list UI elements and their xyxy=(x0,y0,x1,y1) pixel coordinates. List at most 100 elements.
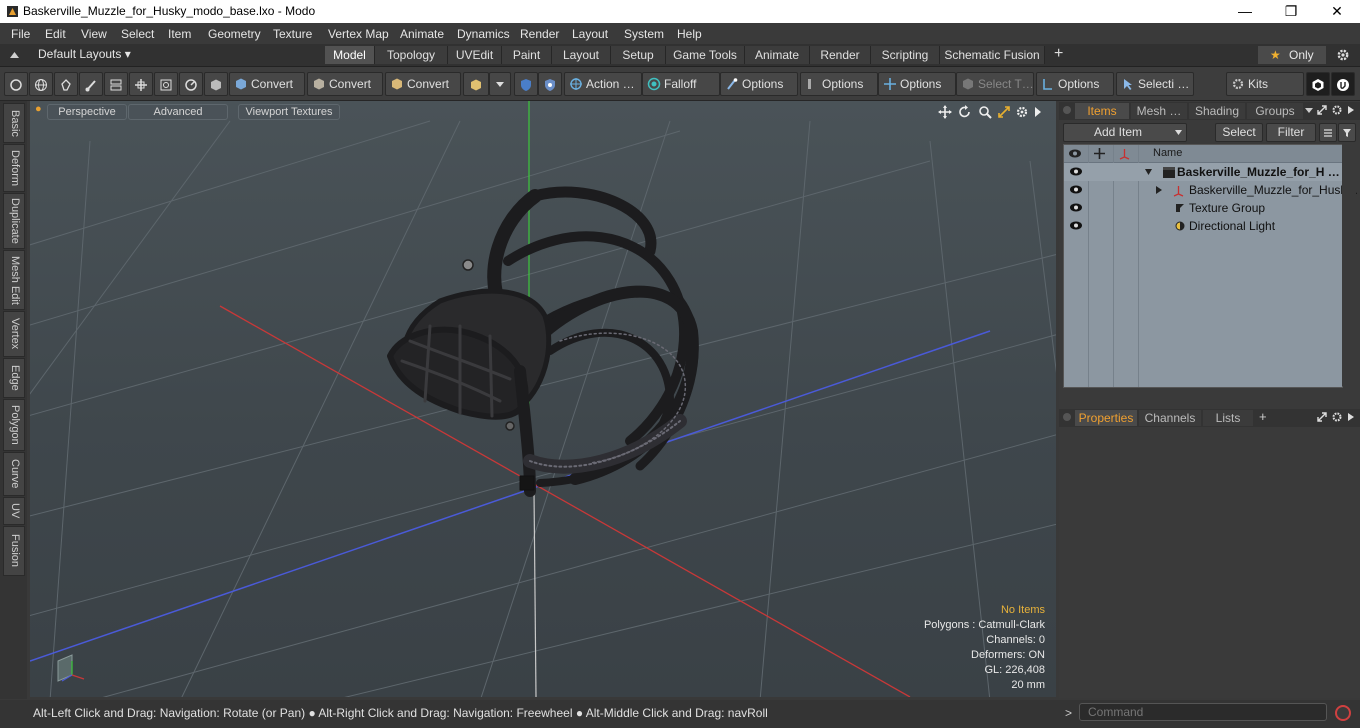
advanced-dropdown[interactable]: Advanced xyxy=(128,104,228,120)
maximize-viewport-icon[interactable] xyxy=(997,105,1011,119)
tab-setup[interactable]: Setup xyxy=(611,46,666,64)
tab-items[interactable]: Items xyxy=(1075,103,1129,119)
shield-blue-icon[interactable] xyxy=(514,72,538,96)
convert-button-1[interactable]: Convert xyxy=(229,72,305,96)
tab-scripting[interactable]: Scripting xyxy=(871,46,940,64)
panel-expand-icon[interactable] xyxy=(1347,412,1355,422)
brush-select-icon[interactable] xyxy=(79,72,103,96)
menu-render[interactable]: Render xyxy=(520,27,559,41)
muzzle-model[interactable] xyxy=(387,186,699,497)
item-row-directional-light[interactable]: Directional Light xyxy=(1064,217,1342,235)
vertex-select-icon[interactable] xyxy=(4,72,28,96)
menu-vertex-map[interactable]: Vertex Map xyxy=(328,27,389,41)
menu-select[interactable]: Select xyxy=(121,27,154,41)
tab-layout[interactable]: Layout xyxy=(552,46,611,64)
tab-mesh[interactable]: Mesh … xyxy=(1131,103,1187,119)
shield-white-icon[interactable] xyxy=(538,72,562,96)
menu-help[interactable]: Help xyxy=(677,27,702,41)
perspective-dropdown[interactable]: Perspective xyxy=(47,104,127,120)
panel-maximize-icon[interactable] xyxy=(1316,104,1328,116)
collapse-triangle-icon[interactable] xyxy=(1155,185,1163,195)
menu-geometry[interactable]: Geometry xyxy=(208,27,261,41)
options-button-3[interactable]: Options xyxy=(878,72,956,96)
vtab-curve[interactable]: Curve xyxy=(3,452,25,496)
visibility-eye-icon[interactable] xyxy=(1069,202,1083,213)
workplane-icon[interactable] xyxy=(129,72,153,96)
tab-game-tools[interactable]: Game Tools xyxy=(666,46,745,64)
panel-maximize-icon[interactable] xyxy=(1316,411,1328,423)
selection-sets-button[interactable]: Selecti … xyxy=(1116,72,1194,96)
kits-button[interactable]: Kits xyxy=(1226,72,1304,96)
tab-render[interactable]: Render xyxy=(810,46,871,64)
menu-edit[interactable]: Edit xyxy=(45,27,66,41)
vtab-mesh-edit[interactable]: Mesh Edit xyxy=(3,250,25,310)
viewport-settings-icon[interactable] xyxy=(1015,105,1029,119)
vtab-deform[interactable]: Deform xyxy=(3,144,25,192)
select-tool-button[interactable]: Select T… xyxy=(956,72,1034,96)
visibility-eye-icon[interactable] xyxy=(1068,148,1082,159)
tab-topology[interactable]: Topology xyxy=(375,46,448,64)
menu-file[interactable]: File xyxy=(11,27,30,41)
record-circle-icon[interactable] xyxy=(1334,704,1352,722)
tab-schematic-fusion[interactable]: Schematic Fusion xyxy=(940,46,1045,64)
options-button-1[interactable]: Options xyxy=(720,72,798,96)
visibility-eye-icon[interactable] xyxy=(1069,184,1083,195)
item-mode-dropdown[interactable] xyxy=(489,72,511,96)
menu-dynamics[interactable]: Dynamics xyxy=(457,27,510,41)
symmetry-icon[interactable] xyxy=(104,72,128,96)
unreal-icon[interactable] xyxy=(1331,72,1355,96)
viewport-menu-dot[interactable]: ● xyxy=(35,103,42,115)
add-tab-button[interactable]: + xyxy=(1054,45,1063,63)
options-button-2[interactable]: Options xyxy=(800,72,878,96)
vtab-basic[interactable]: Basic xyxy=(3,103,25,143)
locator-icon[interactable] xyxy=(1118,147,1131,160)
item-row-scene[interactable]: Baskerville_Muzzle_for_H … xyxy=(1064,163,1342,181)
menu-texture[interactable]: Texture xyxy=(273,27,312,41)
zoom-icon[interactable] xyxy=(978,105,992,119)
panel-expand-icon[interactable] xyxy=(1347,105,1355,115)
menu-item[interactable]: Item xyxy=(168,27,191,41)
command-input[interactable] xyxy=(1079,703,1327,721)
vtab-edge[interactable]: Edge xyxy=(3,358,25,398)
add-item-button[interactable]: Add Item xyxy=(1063,123,1187,142)
tab-paint[interactable]: Paint xyxy=(502,46,552,64)
convert-button-3[interactable]: Convert xyxy=(385,72,461,96)
expand-triangle-icon[interactable] xyxy=(1144,168,1153,176)
funnel-icon[interactable] xyxy=(1338,123,1356,142)
gear-icon[interactable] xyxy=(1336,48,1350,62)
layouts-dropdown[interactable]: Default Layouts ▾ xyxy=(38,47,131,61)
close-button[interactable]: ✕ xyxy=(1314,0,1360,23)
select-button[interactable]: Select xyxy=(1215,123,1263,142)
visibility-eye-icon[interactable] xyxy=(1069,220,1083,231)
action-center-icon[interactable] xyxy=(179,72,203,96)
only-toggle[interactable]: ★ Only xyxy=(1258,46,1326,64)
tabs-overflow-icon[interactable] xyxy=(1304,107,1314,115)
tab-uvedit[interactable]: UVEdit xyxy=(448,46,502,64)
maximize-button[interactable]: ❐ xyxy=(1268,0,1314,23)
shading-cube-icon[interactable] xyxy=(204,72,228,96)
action-center-button[interactable]: Action … xyxy=(564,72,642,96)
expand-right-icon[interactable] xyxy=(1033,106,1043,118)
falloff-button[interactable]: Falloff xyxy=(642,72,720,96)
pan-icon[interactable] xyxy=(938,105,952,119)
3d-viewport[interactable]: ● Perspective Advanced Viewport Textures… xyxy=(30,101,1056,697)
snap-icon[interactable] xyxy=(154,72,178,96)
menu-view[interactable]: View xyxy=(81,27,107,41)
tab-channels[interactable]: Channels xyxy=(1139,410,1201,426)
vtab-fusion[interactable]: Fusion xyxy=(3,526,25,576)
add-tab-button[interactable]: + xyxy=(1259,409,1267,424)
tab-animate[interactable]: Animate xyxy=(745,46,810,64)
panel-dot-icon[interactable] xyxy=(1063,413,1071,421)
tab-model[interactable]: Model xyxy=(325,46,375,64)
tab-lists[interactable]: Lists xyxy=(1203,410,1253,426)
globe-icon[interactable] xyxy=(29,72,53,96)
panel-dot-icon[interactable] xyxy=(1063,106,1071,114)
lock-cross-icon[interactable] xyxy=(1093,147,1106,160)
panel-settings-icon[interactable] xyxy=(1331,411,1343,423)
menu-system[interactable]: System xyxy=(624,27,664,41)
lasso-icon[interactable] xyxy=(54,72,78,96)
menu-animate[interactable]: Animate xyxy=(400,27,444,41)
unity-icon[interactable] xyxy=(1306,72,1330,96)
rotate-icon[interactable] xyxy=(958,105,972,119)
vtab-vertex[interactable]: Vertex xyxy=(3,311,25,357)
